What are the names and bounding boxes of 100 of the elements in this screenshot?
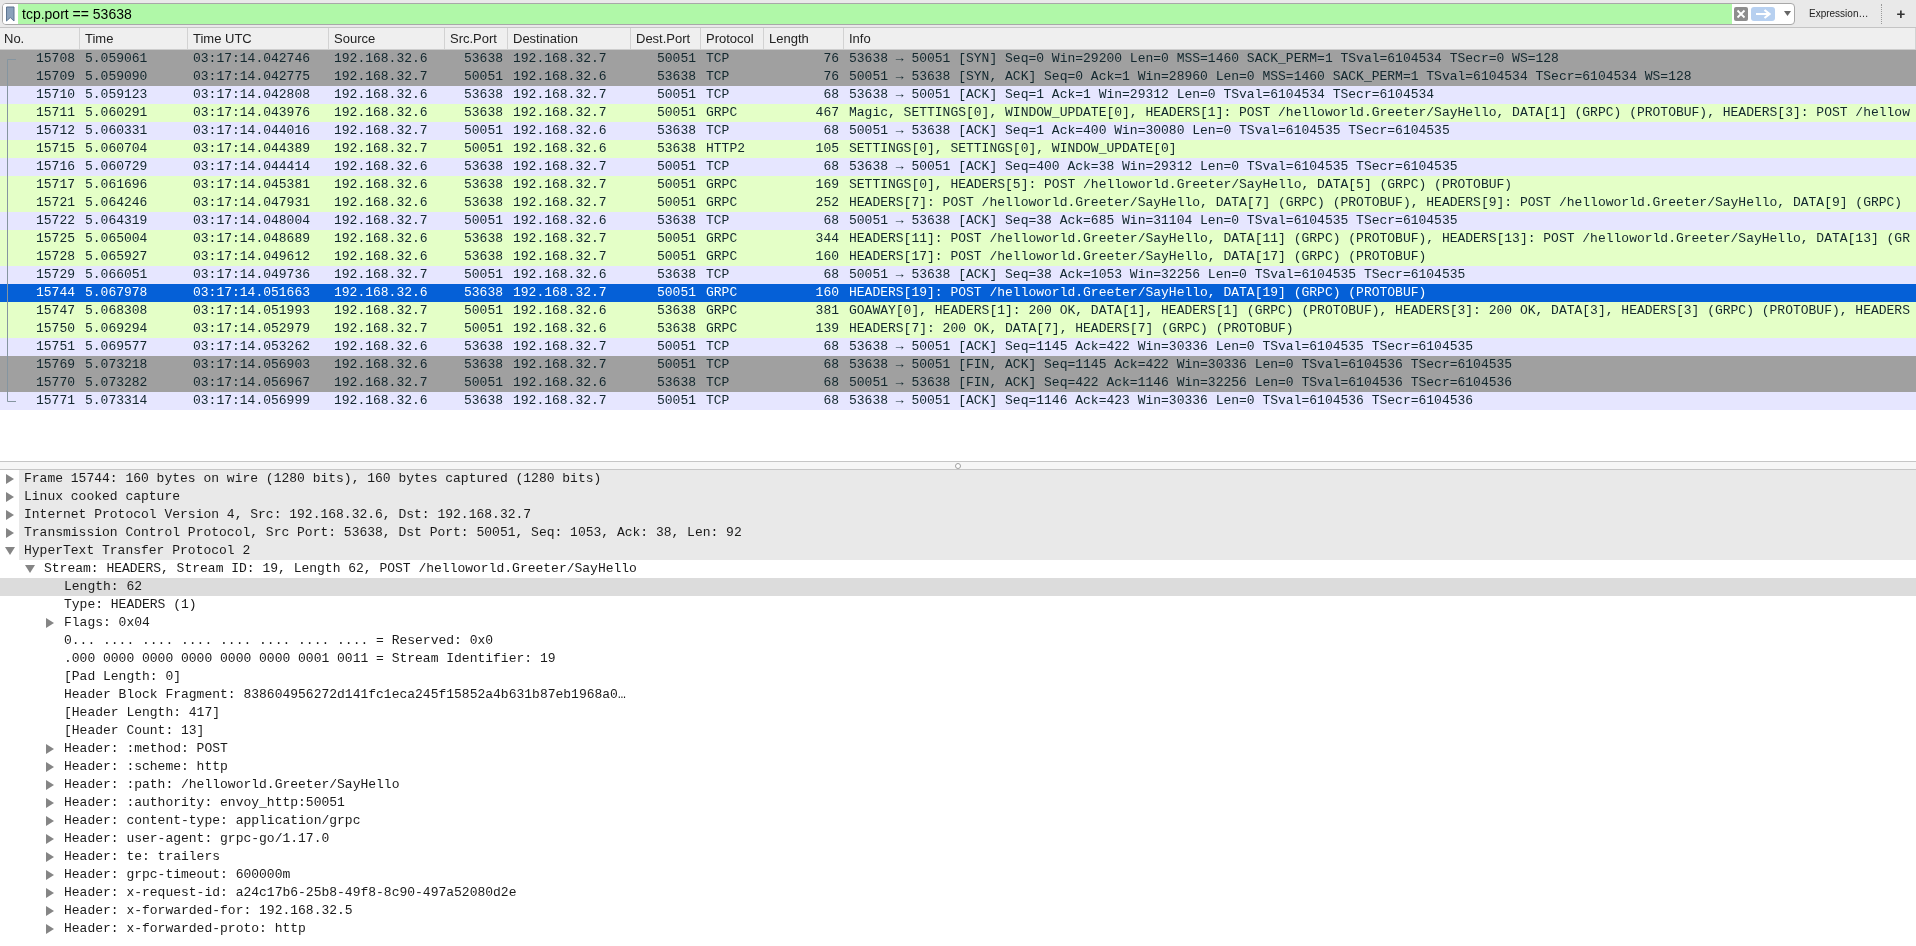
triangle-right-icon[interactable] bbox=[46, 906, 54, 916]
table-cell-text: 50051 → 53638 [ACK] Seq=1 Ack=400 Win=30080 Len=0 TSval=6104535 TSecr=6104535 bbox=[848, 122, 1451, 140]
packet-row[interactable]: 15709 5.059090 03:17:14.042775 192.168.32.7 50051 192.168.32.6 53638 TCP 76 50051 → 53638 [SYN, ACK] Seq=0 Ack=1 Win=28960 Len=0 MSS=1460 SACK_PERM=1 TSval=6104534 TSecr=6104534 WS=128 bbox=[0, 68, 1916, 86]
column-header[interactable]: Source bbox=[329, 28, 445, 49]
tree-item[interactable]: Header: :authority: envoy_http:50051 bbox=[0, 794, 1916, 812]
packet-row[interactable] bbox=[0, 302, 1916, 320]
triangle-right-icon[interactable] bbox=[46, 816, 54, 826]
triangle-right-icon[interactable] bbox=[46, 852, 54, 862]
triangle-down-icon[interactable] bbox=[25, 565, 35, 573]
column-header[interactable]: Length bbox=[764, 28, 844, 49]
tree-item[interactable]: [Pad Length: 0] bbox=[0, 668, 1916, 686]
table-cell-text: 192.168.32.6 bbox=[333, 50, 429, 68]
triangle-right-icon[interactable] bbox=[46, 798, 54, 808]
packet-row[interactable]: 15722 5.064319 03:17:14.048004 192.168.32.7 50051 192.168.32.6 53638 TCP 68 50051 → 53638 [ACK] Seq=38 Ack=685 Win=31104 Len=0 TSval=6104535 TSecr=6104535 bbox=[0, 212, 1916, 230]
triangle-right-icon[interactable] bbox=[46, 888, 54, 898]
triangle-right-icon[interactable] bbox=[46, 618, 54, 628]
packet-row[interactable]: 15708 5.059061 03:17:14.042746 192.168.32.6 53638 192.168.32.7 50051 TCP 76 53638 → 50051 [SYN] Seq=0 Win=29200 Len=0 MSS=1460 SACK_PERM=1 TSval=6104534 TSecr=0 WS=128 bbox=[0, 50, 1916, 68]
table-cell-text: 160 bbox=[814, 284, 840, 302]
table-cell-text: 03:17:14.044016 bbox=[192, 122, 312, 140]
tree-item[interactable]: Stream: HEADERS, Stream ID: 19, Length 62, POST /helloworld.Greeter/SayHello bbox=[0, 560, 1916, 578]
expression-button[interactable]: Expression… bbox=[1805, 2, 1873, 25]
column-header[interactable]: No. bbox=[0, 28, 80, 49]
table-cell-text: HEADERS[11]: POST /helloworld.Greeter/SayHello, DATA[11] (GRPC) (PROTOBUF), HEADERS[13]: POST /helloworld.Greeter/SayHello, DATA[13] (GR bbox=[848, 230, 1911, 248]
tree-item[interactable]: Header: te: trailers bbox=[0, 848, 1916, 866]
table-cell-text: GRPC bbox=[705, 302, 739, 320]
tree-item[interactable]: .000 0000 0000 0000 0000 0000 0001 0011 = Stream Identifier: 19 bbox=[0, 650, 1916, 668]
triangle-right-icon[interactable] bbox=[6, 528, 14, 538]
table-cell-text: 53638 bbox=[656, 212, 697, 230]
tree-item[interactable]: Header: :scheme: http bbox=[0, 758, 1916, 776]
triangle-right-icon[interactable] bbox=[46, 834, 54, 844]
table-cell-text: 15751 bbox=[35, 338, 76, 356]
column-header[interactable]: Info bbox=[844, 28, 1916, 49]
tree-item[interactable]: Header: x-forwarded-proto: http bbox=[0, 920, 1916, 938]
add-button[interactable]: + bbox=[1894, 2, 1908, 25]
packet-row[interactable]: 15744 5.067978 03:17:14.051663 192.168.32.6 53638 192.168.32.7 50051 GRPC 160 HEADERS[19]: POST /helloworld.Greeter/SayHello, DATA[19] (GRPC) (PROTOBUF) bbox=[0, 284, 1916, 302]
table-cell-text: TCP bbox=[705, 374, 731, 392]
packet-row[interactable]: 15729 5.066051 03:17:14.049736 192.168.32.7 50051 192.168.32.6 53638 TCP 68 50051 → 53638 [ACK] Seq=38 Ack=1053 Win=32256 Len=0 TSval=6104535 TSecr=6104535 bbox=[0, 266, 1916, 284]
tree-item[interactable]: Header: x-request-id: a24c17b6-25b8-49f8-8c90-497a52080d2e bbox=[0, 884, 1916, 902]
tree-item[interactable]: Type: HEADERS (1) bbox=[0, 596, 1916, 614]
triangle-right-icon[interactable] bbox=[46, 762, 54, 772]
table-cell-text: 192.168.32.7 bbox=[333, 212, 429, 230]
table-cell-text: 192.168.32.7 bbox=[512, 86, 608, 104]
packet-row[interactable]: 15770 5.073282 03:17:14.056967 192.168.32.7 50051 192.168.32.6 53638 TCP 68 50051 → 53638 [FIN, ACK] Seq=422 Ack=1146 Win=32256 Len=0 TSval=6104536 TSecr=6104536 bbox=[0, 374, 1916, 392]
triangle-down-icon[interactable] bbox=[5, 547, 15, 555]
packet-row[interactable]: 15769 5.073218 03:17:14.056903 192.168.32.6 53638 192.168.32.7 50051 TCP 68 53638 → 50051 [FIN, ACK] Seq=1145 Ack=422 Win=30336 Len=0 TSval=6104536 TSecr=6104535 bbox=[0, 356, 1916, 374]
table-cell-text: 15750 bbox=[35, 320, 76, 338]
column-header[interactable]: Time bbox=[80, 28, 188, 49]
packet-row[interactable]: 15717 5.061696 03:17:14.045381 192.168.32.6 53638 192.168.32.7 50051 GRPC 169 SETTINGS[0], HEADERS[5]: POST /helloworld.Greeter/SayHello, DATA[5] (GRPC) (PROTOBUF) bbox=[0, 176, 1916, 194]
tree-item[interactable]: 0... .... .... .... .... .... .... .... = Reserved: 0x0 bbox=[0, 632, 1916, 650]
column-header[interactable]: Protocol bbox=[701, 28, 764, 49]
tree-item[interactable]: [Header Count: 13] bbox=[0, 722, 1916, 740]
table-cell-text: 15711 bbox=[35, 104, 76, 122]
table-cell-text: 5.065004 bbox=[84, 230, 149, 248]
packet-row[interactable]: 15771 5.073314 03:17:14.056999 192.168.32.6 53638 192.168.32.7 50051 TCP 68 53638 → 50051 [ACK] Seq=1146 Ack=423 Win=30336 Len=0 TSval=6104536 TSecr=6104536 bbox=[0, 392, 1916, 410]
table-cell-text: HTTP2 bbox=[705, 140, 746, 158]
tree-item[interactable]: Header: grpc-timeout: 600000m bbox=[0, 866, 1916, 884]
tree-item[interactable]: Header: x-forwarded-for: 192.168.32.5 bbox=[0, 902, 1916, 920]
table-cell-text: 15747 bbox=[35, 302, 76, 320]
table-cell-text: 53638 bbox=[463, 230, 504, 248]
triangle-right-icon[interactable] bbox=[6, 510, 14, 520]
triangle-right-icon[interactable] bbox=[6, 474, 14, 484]
table-cell-text: 5.073218 bbox=[84, 356, 149, 374]
tree-item[interactable]: Header: :path: /helloworld.Greeter/SayHello bbox=[0, 776, 1916, 794]
bookmark-icon[interactable] bbox=[3, 3, 18, 24]
column-header[interactable]: Dest.Port bbox=[631, 28, 701, 49]
triangle-right-icon[interactable] bbox=[46, 924, 54, 934]
packet-row[interactable] bbox=[0, 104, 1916, 122]
packet-row[interactable]: 15751 5.069577 03:17:14.053262 192.168.32.6 53638 192.168.32.7 50051 TCP 68 53638 → 50051 [ACK] Seq=1145 Ack=422 Win=30336 Len=0 TSval=6104535 TSecr=6104535 bbox=[0, 338, 1916, 356]
packet-row[interactable]: 15716 5.060729 03:17:14.044414 192.168.32.6 53638 192.168.32.7 50051 TCP 68 53638 → 50051 [ACK] Seq=400 Ack=38 Win=29312 Len=0 TSval=6104535 TSecr=6104535 bbox=[0, 158, 1916, 176]
packet-row[interactable]: 15728 5.065927 03:17:14.049612 192.168.32.6 53638 192.168.32.7 50051 GRPC 160 HEADERS[17]: POST /helloworld.Greeter/SayHello, DATA[17] (GRPC) (PROTOBUF) bbox=[0, 248, 1916, 266]
packet-row[interactable] bbox=[0, 230, 1916, 248]
tree-item[interactable]: Flags: 0x04 bbox=[0, 614, 1916, 632]
table-cell-text: 139 bbox=[814, 320, 840, 338]
caret-down-icon[interactable] bbox=[1784, 11, 1791, 16]
packet-row[interactable]: 15710 5.059123 03:17:14.042808 192.168.32.6 53638 192.168.32.7 50051 TCP 68 53638 → 50051 [ACK] Seq=1 Ack=1 Win=29312 Len=0 TSval=6104534 TSecr=6104534 bbox=[0, 86, 1916, 104]
table-cell-text: 192.168.32.7 bbox=[333, 320, 429, 338]
triangle-right-icon[interactable] bbox=[6, 492, 14, 502]
tree-item[interactable]: Header: content-type: application/grpc bbox=[0, 812, 1916, 830]
column-header[interactable]: Destination bbox=[508, 28, 631, 49]
tree-item[interactable]: [Header Length: 417] bbox=[0, 704, 1916, 722]
clear-icon[interactable] bbox=[1734, 6, 1748, 21]
column-header[interactable]: Src.Port bbox=[445, 28, 508, 49]
triangle-right-icon[interactable] bbox=[46, 780, 54, 790]
packet-row[interactable]: 15712 5.060331 03:17:14.044016 192.168.32.7 50051 192.168.32.6 53638 TCP 68 50051 → 53638 [ACK] Seq=1 Ack=400 Win=30080 Len=0 TSval=6104535 TSecr=6104535 bbox=[0, 122, 1916, 140]
triangle-right-icon[interactable] bbox=[46, 744, 54, 754]
tree-item[interactable]: Header: user-agent: grpc-go/1.17.0 bbox=[0, 830, 1916, 848]
tree-item[interactable]: Length: 62 bbox=[0, 578, 1916, 596]
tree-item[interactable]: Header: :method: POST bbox=[0, 740, 1916, 758]
filter-field[interactable]: tcp.port == 53638 bbox=[18, 3, 1732, 24]
column-header[interactable]: Time UTC bbox=[188, 28, 329, 49]
packet-row[interactable] bbox=[0, 194, 1916, 212]
tree-item[interactable]: Header Block Fragment: 838604956272d141fc1eca245f15852a4b631b87eb1968a0… bbox=[0, 686, 1916, 704]
packet-row[interactable]: 15750 5.069294 03:17:14.052979 192.168.32.7 50051 192.168.32.6 53638 GRPC 139 HEADERS[7]: 200 OK, DATA[7], HEADERS[7] (GRPC) (PROTOBUF) bbox=[0, 320, 1916, 338]
table-cell-text: 192.168.32.6 bbox=[333, 194, 429, 212]
triangle-right-icon[interactable] bbox=[46, 870, 54, 880]
table-cell-text: 53638 bbox=[463, 176, 504, 194]
table-cell-text: 76 bbox=[822, 50, 840, 68]
table-cell-text: 15709 bbox=[35, 68, 76, 86]
packet-row[interactable]: 15715 5.060704 03:17:14.044389 192.168.32.7 50051 192.168.32.6 53638 HTTP2 105 SETTINGS[0], SETTINGS[0], WINDOW_UPDATE[0] bbox=[0, 140, 1916, 158]
table-cell-text: 192.168.32.7 bbox=[333, 140, 429, 158]
